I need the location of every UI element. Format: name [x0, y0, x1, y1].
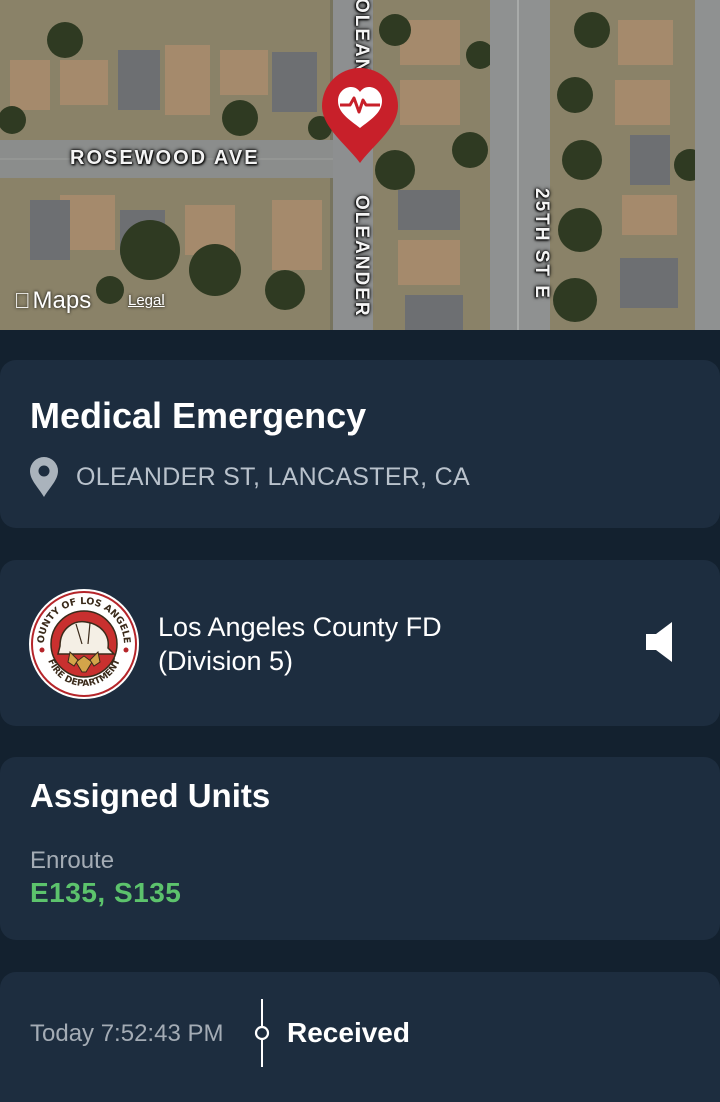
incident-address-row[interactable]: OLEANDER ST, LANCASTER, CA [28, 456, 470, 498]
la-county-fire-department-seal: COUNTY OF LOS ANGELES FIRE DEPARTMENT [28, 588, 139, 699]
department-name: Los Angeles County FD (Division 5) [158, 610, 442, 678]
street-label-25th: 25TH ST E [531, 188, 552, 300]
heart-pulse-pin-icon[interactable] [320, 68, 400, 164]
timeline-card: Today 7:52:43 PM Received [0, 972, 720, 1102]
event-timestamp: Today 7:52:43 PM [30, 1020, 224, 1047]
apple-logo-icon:  [14, 288, 31, 314]
timeline-node-icon [254, 999, 270, 1067]
incident-card: Medical Emergency OLEANDER ST, LANCASTER… [0, 360, 720, 528]
department-name-line2: (Division 5) [158, 646, 294, 676]
speaker-icon[interactable] [644, 620, 676, 664]
street-label-rosewood: ROSEWOOD AVE [70, 147, 260, 169]
maps-label: Maps [16, 287, 92, 314]
units-status-label: Enroute [30, 847, 115, 874]
department-name-line1: Los Angeles County FD [158, 612, 442, 642]
map-view[interactable]: ROSEWOOD AVE OLEANDE OLEANDER 25TH ST E … [0, 0, 720, 330]
units-list: E135, S135 [30, 877, 182, 908]
assigned-units-card: Assigned Units Enroute E135, S135 [0, 757, 720, 940]
event-label: Received [287, 1017, 410, 1048]
department-card[interactable]: COUNTY OF LOS ANGELES FIRE DEPARTMENT Lo… [0, 560, 720, 726]
incident-title: Medical Emergency [30, 395, 367, 436]
street-label-oleander: OLEANDER [351, 195, 372, 318]
legal-link[interactable]: Legal [128, 292, 165, 309]
incident-address: OLEANDER ST, LANCASTER, CA [76, 462, 471, 491]
location-pin-icon [30, 457, 58, 497]
assigned-units-heading: Assigned Units [30, 777, 271, 814]
apple-maps-brand:  Maps [14, 287, 91, 315]
